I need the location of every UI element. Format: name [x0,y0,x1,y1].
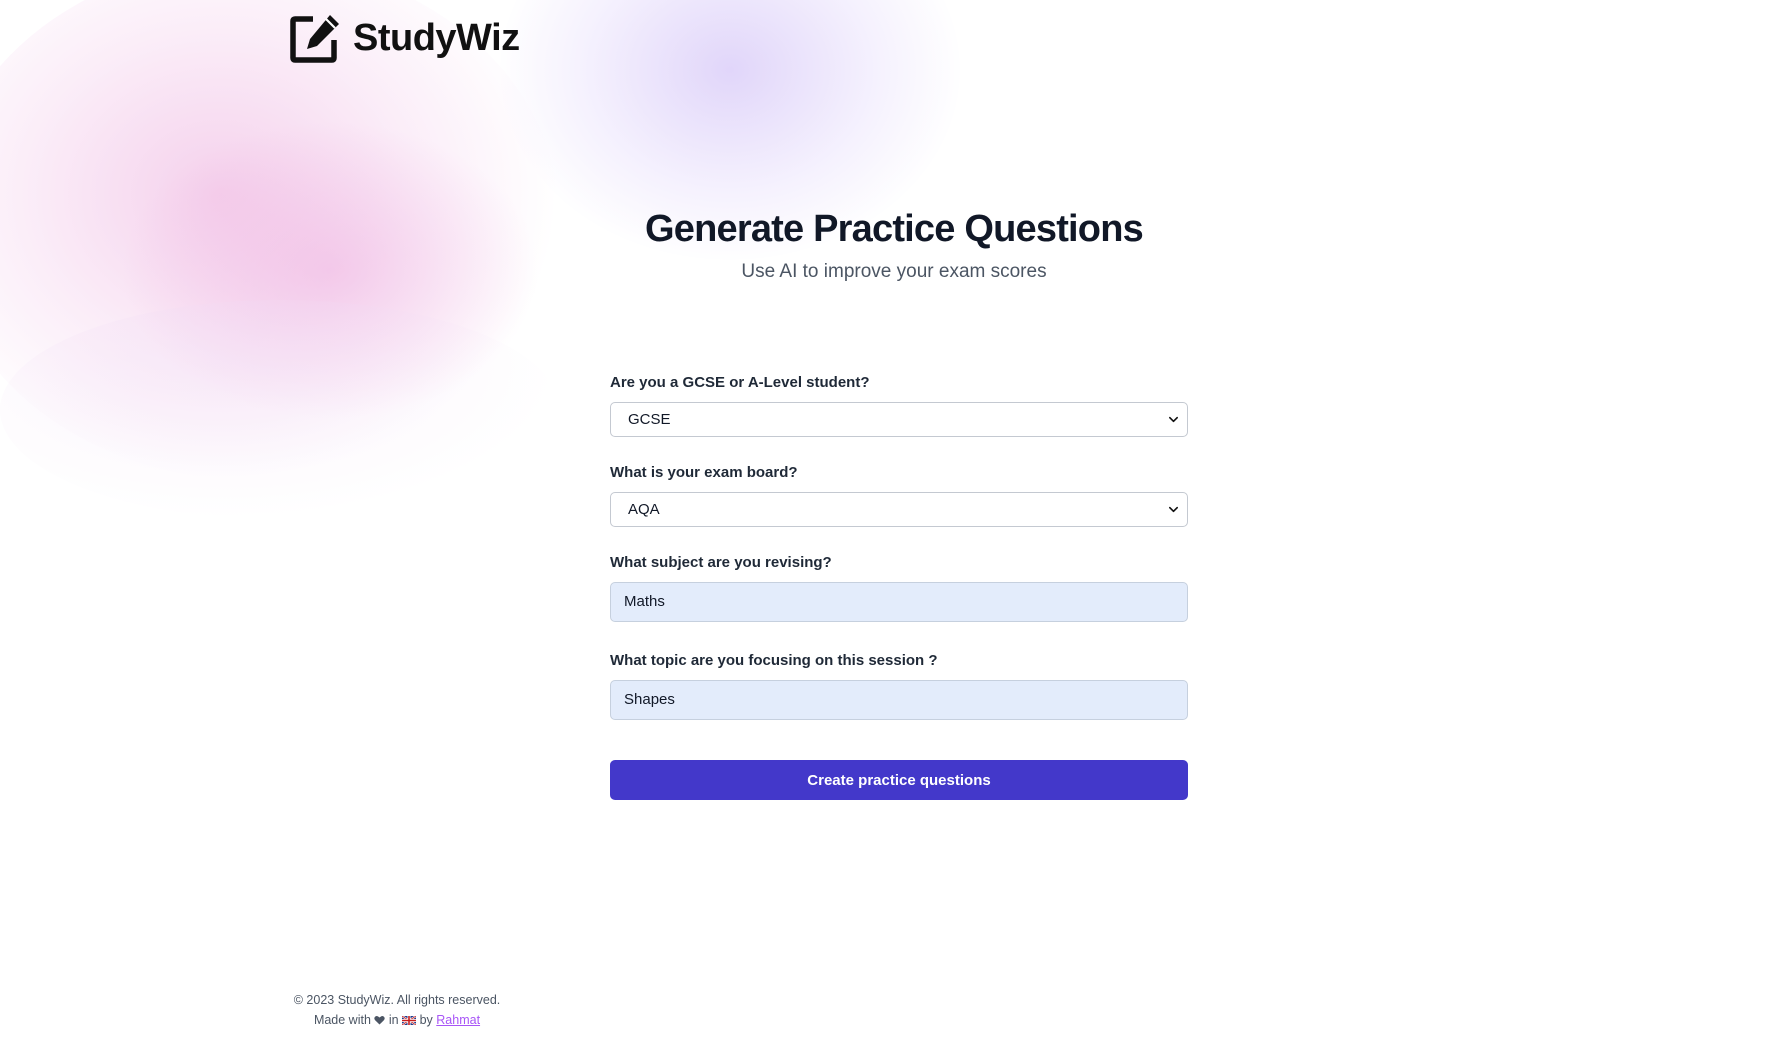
board-select-value: AQA [628,501,660,518]
practice-form: Are you a GCSE or A-Level student? GCSE … [610,374,1188,800]
subject-input[interactable]: Maths [610,582,1188,622]
topic-label: What topic are you focusing on this sess… [610,652,938,669]
copyright-text: © 2023 StudyWiz. All rights reserved. [293,993,501,1007]
topic-input[interactable]: Shapes [610,680,1188,720]
background-blob-fade [0,300,560,520]
page-title: Generate Practice Questions [645,208,1144,250]
subject-group: What subject are you revising? Maths [610,554,1188,622]
create-practice-questions-button[interactable]: Create practice questions [610,760,1188,800]
board-label: What is your exam board? [610,464,798,481]
board-group: What is your exam board? AQA [610,464,1188,527]
heart-icon [374,1016,386,1025]
brand-name[interactable]: StudyWiz [353,17,520,60]
in-text: in [388,1013,399,1027]
header: StudyWiz [289,12,520,64]
level-select-value: GCSE [628,411,671,428]
level-group: Are you a GCSE or A-Level student? GCSE [610,374,1188,437]
by-text: by [419,1013,433,1027]
board-select[interactable]: AQA [610,492,1188,527]
topic-group: What topic are you focusing on this sess… [610,652,1188,720]
author-link[interactable]: Rahmat [436,1013,480,1027]
subject-label: What subject are you revising? [610,554,832,571]
uk-flag-icon [402,1016,417,1025]
level-select[interactable]: GCSE [610,402,1188,437]
page: StudyWiz Generate Practice Questions Use… [0,0,1788,1059]
chevron-down-icon [1169,416,1178,423]
level-label: Are you a GCSE or A-Level student? [610,374,870,391]
made-with-line: Made with in by Rahmat [289,1010,505,1030]
chevron-down-icon [1169,506,1178,513]
hero: Generate Practice Questions Use AI to im… [0,208,1788,283]
made-with-text: Made with [313,1013,371,1027]
edit-square-icon[interactable] [289,12,341,64]
footer: © 2023 StudyWiz. All rights reserved. Ma… [289,990,505,1030]
page-subtitle: Use AI to improve your exam scores [741,261,1047,282]
